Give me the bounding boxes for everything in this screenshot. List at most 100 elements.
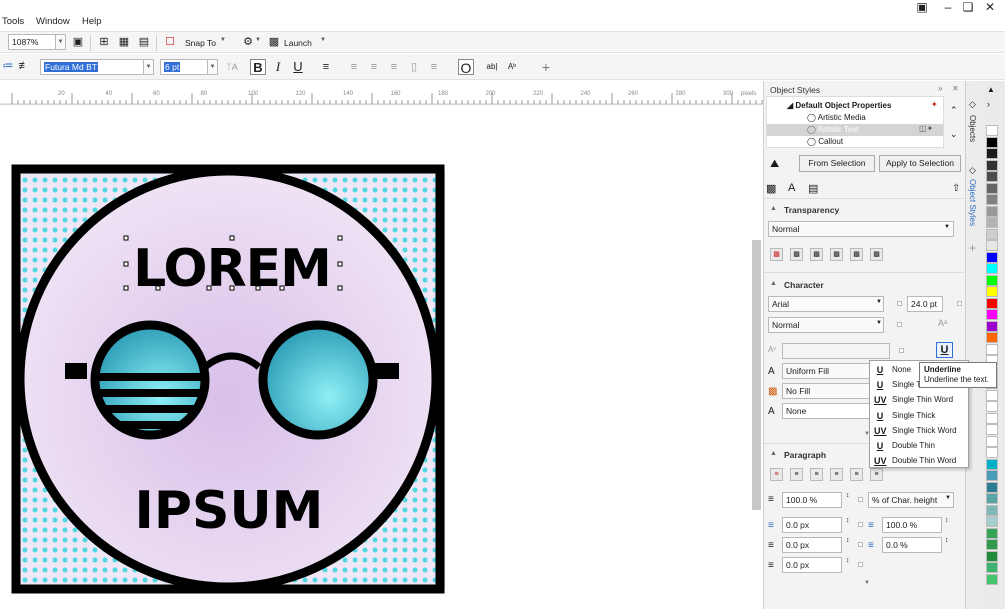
from-selection-button[interactable]: From Selection xyxy=(799,155,875,172)
fountain-transparency-icon[interactable]: ▩ xyxy=(810,248,823,261)
palette-menu-icon[interactable]: › xyxy=(987,99,990,109)
color-swatch[interactable] xyxy=(986,458,998,470)
snap-off-icon[interactable]: ☐ xyxy=(162,34,178,50)
underline-button[interactable]: U xyxy=(290,59,306,75)
color-swatch[interactable] xyxy=(986,286,998,297)
before-paragraph-input[interactable]: 0.0 px xyxy=(782,517,842,533)
indent-checkbox[interactable] xyxy=(858,562,863,567)
tab-object-styles[interactable]: Object Styles xyxy=(968,179,977,226)
export-icon[interactable]: ⇧ xyxy=(952,183,960,194)
kerning-icon[interactable]: Aᵛ xyxy=(768,345,776,354)
tree-item-artistic-media[interactable]: ◯ Artistic Media xyxy=(807,112,967,124)
font-checkbox[interactable] xyxy=(897,301,902,306)
color-swatch[interactable] xyxy=(986,240,998,251)
color-swatch[interactable] xyxy=(986,527,998,539)
color-swatch[interactable] xyxy=(986,470,998,481)
text-fill-select[interactable]: Uniform Fill xyxy=(782,363,870,379)
color-swatch[interactable] xyxy=(986,194,998,205)
font-size-dropdown-arrow[interactable]: ▼ xyxy=(208,59,218,75)
artwork-text-bottom[interactable]: IPSUM xyxy=(135,481,324,541)
color-swatch[interactable] xyxy=(986,205,998,217)
launch-dropdown-arrow[interactable]: ▼ xyxy=(320,37,326,43)
kerning-input[interactable] xyxy=(782,343,890,359)
color-swatch[interactable] xyxy=(986,171,998,182)
text-alignment-icon[interactable]: ≡ xyxy=(318,59,334,75)
minimize-icon[interactable]: – xyxy=(940,0,956,14)
text-orientation-icon[interactable]: Aᵇ xyxy=(504,59,520,75)
show-rulers-icon[interactable]: ⊞ xyxy=(96,34,112,50)
font-list-input[interactable]: Futura Md BT xyxy=(40,59,144,75)
paint-bucket-icon[interactable]: ⛰ xyxy=(770,158,779,171)
launch-icon[interactable]: ▩ xyxy=(266,34,282,50)
menu-help[interactable]: Help xyxy=(82,16,102,27)
color-swatch[interactable] xyxy=(986,424,998,435)
dropdown-arrow-icon[interactable]: ▼ xyxy=(945,495,951,501)
line-spacing-unit-select[interactable]: % of Char. height xyxy=(868,492,954,508)
color-swatch[interactable] xyxy=(986,481,998,493)
object-styles-tab-icon[interactable]: ◇ xyxy=(969,165,976,176)
tree-scroll-down-icon[interactable]: ⌄ xyxy=(950,129,958,140)
no-alignment-icon[interactable]: ≡ xyxy=(770,468,783,481)
color-swatch[interactable] xyxy=(986,182,998,194)
text-tool-icon[interactable]: ≔ xyxy=(0,58,16,74)
color-swatch[interactable] xyxy=(986,504,998,516)
add-icon[interactable]: + xyxy=(538,59,554,75)
spin-icon[interactable]: ↕ xyxy=(846,517,850,524)
align-center-icon[interactable]: ≡ xyxy=(810,468,823,481)
tree-item-callout[interactable]: ◯ Callout xyxy=(807,136,967,148)
transparency-tab-icon[interactable]: ▩ xyxy=(766,182,776,195)
show-guidelines-icon[interactable]: ▤ xyxy=(136,34,152,50)
apply-to-selection-button[interactable]: Apply to Selection xyxy=(879,155,961,172)
apply-style-icon[interactable]: ◫✦ xyxy=(919,124,933,133)
spin-icon[interactable]: ↕ xyxy=(846,557,850,564)
user-icon[interactable]: ▣ xyxy=(914,0,930,14)
color-swatch[interactable] xyxy=(986,573,998,585)
underline-option[interactable]: UV Single Thick Word xyxy=(870,423,968,438)
tree-scroll-up-icon[interactable]: ⌃ xyxy=(950,105,958,116)
spin-icon[interactable]: ↕ xyxy=(945,517,949,524)
color-swatch[interactable] xyxy=(986,159,998,171)
collapse-arrow-icon[interactable]: ▲ xyxy=(770,450,777,457)
underline-option[interactable]: U Single Thick xyxy=(870,408,968,423)
underline-option[interactable]: UV Double Thin Word xyxy=(870,453,968,468)
paragraph-tab-icon[interactable]: ▤ xyxy=(808,182,818,195)
color-swatch[interactable] xyxy=(986,412,998,424)
color-swatch[interactable] xyxy=(986,297,998,309)
color-swatch[interactable] xyxy=(986,516,998,527)
gear-icon[interactable]: ⚙ xyxy=(240,34,256,50)
tab-objects[interactable]: Objects xyxy=(968,115,977,142)
zoom-dropdown-arrow[interactable]: ▼ xyxy=(56,34,66,50)
underline-option[interactable]: UV Single Thin Word xyxy=(870,392,968,407)
menu-tools[interactable]: Tools xyxy=(2,16,24,27)
color-swatch[interactable] xyxy=(986,550,998,562)
character-spacing-input[interactable]: 100.0 % xyxy=(882,517,942,533)
font-list-dropdown-arrow[interactable]: ▼ xyxy=(144,59,154,75)
color-swatch[interactable] xyxy=(986,148,998,159)
two-color-transparency-icon[interactable]: ▩ xyxy=(870,248,883,261)
line-spacing-input[interactable]: 100.0 % xyxy=(782,492,842,508)
color-swatch[interactable] xyxy=(986,562,998,573)
force-justify-icon[interactable]: ≡ xyxy=(870,468,883,481)
launch-label[interactable]: Launch xyxy=(284,38,312,48)
transparency-mode-select[interactable]: Normal xyxy=(768,221,954,237)
word-spacing-input[interactable]: 0.0 % xyxy=(882,537,942,553)
color-swatch[interactable] xyxy=(986,447,998,458)
underline-style-button[interactable]: U xyxy=(936,342,953,358)
drawing-canvas[interactable]: LOREM IPSUM xyxy=(0,105,763,609)
color-swatch[interactable] xyxy=(986,343,998,355)
color-swatch[interactable] xyxy=(986,274,998,286)
color-swatch[interactable] xyxy=(986,332,998,343)
full-justify-icon[interactable]: ≡ xyxy=(850,468,863,481)
snap-to-label[interactable]: Snap To xyxy=(185,38,216,48)
color-swatch[interactable] xyxy=(986,389,998,401)
size-checkbox[interactable] xyxy=(957,301,962,306)
character-size-input[interactable]: 24.0 pt xyxy=(907,296,943,312)
docker-collapse-icon[interactable]: » xyxy=(938,84,942,93)
color-swatch[interactable] xyxy=(986,251,998,263)
align-left-icon[interactable]: ≡ xyxy=(790,468,803,481)
align-right-icon[interactable]: ≡ xyxy=(830,468,843,481)
add-tab-icon[interactable]: + xyxy=(969,241,976,255)
uniform-transparency-icon[interactable]: ▩ xyxy=(790,248,803,261)
spin-icon[interactable]: ↕ xyxy=(846,492,850,499)
font-scale-icon[interactable]: Aᵃ xyxy=(938,318,947,328)
